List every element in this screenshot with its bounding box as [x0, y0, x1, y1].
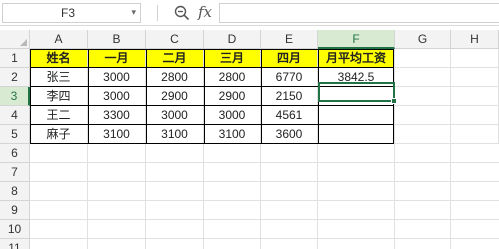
cell-b1[interactable]: 一月 [88, 49, 146, 68]
name-box-value: F3 [60, 6, 75, 20]
cell-e2[interactable]: 6770 [261, 68, 318, 87]
row-header-1[interactable]: 1 [0, 49, 30, 68]
active-cell-selection[interactable] [318, 82, 397, 104]
name-box[interactable]: F3 ▾ [2, 3, 141, 23]
cell-d5[interactable]: 3100 [204, 125, 261, 144]
cell-f5[interactable] [318, 125, 395, 144]
cell-h1[interactable] [451, 49, 499, 68]
row-header-5[interactable]: 5 [0, 125, 30, 144]
column-header-h[interactable]: H [451, 30, 499, 49]
zoom-icon[interactable] [174, 5, 190, 21]
chevron-down-icon[interactable]: ▾ [131, 7, 136, 18]
row-header-11[interactable]: 11 [0, 239, 30, 249]
cell-b2[interactable]: 3000 [88, 68, 146, 87]
cell-e3[interactable]: 2150 [261, 87, 318, 106]
cell-b3[interactable]: 3000 [88, 87, 146, 106]
cell-c2[interactable]: 2800 [146, 68, 204, 87]
cell-h3[interactable] [451, 87, 499, 106]
cell-f4[interactable] [318, 106, 395, 125]
cell-d4[interactable]: 3000 [204, 106, 261, 125]
cell-h4[interactable] [451, 106, 499, 125]
row-header-7[interactable]: 7 [0, 163, 30, 182]
empty-col-lines [30, 144, 499, 249]
cell-a4[interactable]: 王二 [30, 106, 88, 125]
formula-input[interactable] [219, 3, 499, 23]
cell-e5[interactable]: 3600 [261, 125, 318, 144]
cell-c4[interactable]: 3000 [146, 106, 204, 125]
cell-e1[interactable]: 四月 [261, 49, 318, 68]
column-header-f[interactable]: F [318, 30, 395, 49]
column-header-a[interactable]: A [30, 30, 88, 49]
row-header-9[interactable]: 9 [0, 201, 30, 220]
cell-d1[interactable]: 三月 [204, 49, 261, 68]
cell-b4[interactable]: 3300 [88, 106, 146, 125]
cell-d3[interactable]: 2900 [204, 87, 261, 106]
cell-b5[interactable]: 3100 [88, 125, 146, 144]
row-header-3[interactable]: 3 [0, 87, 30, 106]
cell-d2[interactable]: 2800 [204, 68, 261, 87]
cell-h2[interactable] [451, 68, 499, 87]
cell-g2[interactable] [395, 68, 451, 87]
cell-e4[interactable]: 4561 [261, 106, 318, 125]
cell-c5[interactable]: 3100 [146, 125, 204, 144]
column-header-c[interactable]: C [146, 30, 204, 49]
formula-bar: F3 ▾ fx [0, 0, 499, 26]
row-header-2[interactable]: 2 [0, 68, 30, 87]
cell-c3[interactable]: 2900 [146, 87, 204, 106]
cell-g5[interactable] [395, 125, 451, 144]
row-header-4[interactable]: 4 [0, 106, 30, 125]
cell-g3[interactable] [395, 87, 451, 106]
cell-a2[interactable]: 张三 [30, 68, 88, 87]
select-all-corner[interactable] [0, 30, 30, 49]
cell-a1[interactable]: 姓名 [30, 49, 88, 68]
cell-g1[interactable] [395, 49, 451, 68]
cell-h5[interactable] [451, 125, 499, 144]
cell-a3[interactable]: 李四 [30, 87, 88, 106]
row-header-6[interactable]: 6 [0, 144, 30, 163]
row-header-8[interactable]: 8 [0, 182, 30, 201]
cell-c1[interactable]: 二月 [146, 49, 204, 68]
column-header-d[interactable]: D [204, 30, 261, 49]
formula-bar-divider [157, 5, 158, 21]
cell-f1[interactable]: 月平均工资 [318, 49, 395, 68]
fill-handle[interactable] [391, 98, 397, 104]
cell-a5[interactable]: 麻子 [30, 125, 88, 144]
cell-g4[interactable] [395, 106, 451, 125]
row-header-10[interactable]: 10 [0, 220, 30, 239]
column-header-e[interactable]: E [261, 30, 318, 49]
column-header-g[interactable]: G [395, 30, 451, 49]
column-header-b[interactable]: B [88, 30, 146, 49]
fx-icon[interactable]: fx [198, 3, 212, 21]
